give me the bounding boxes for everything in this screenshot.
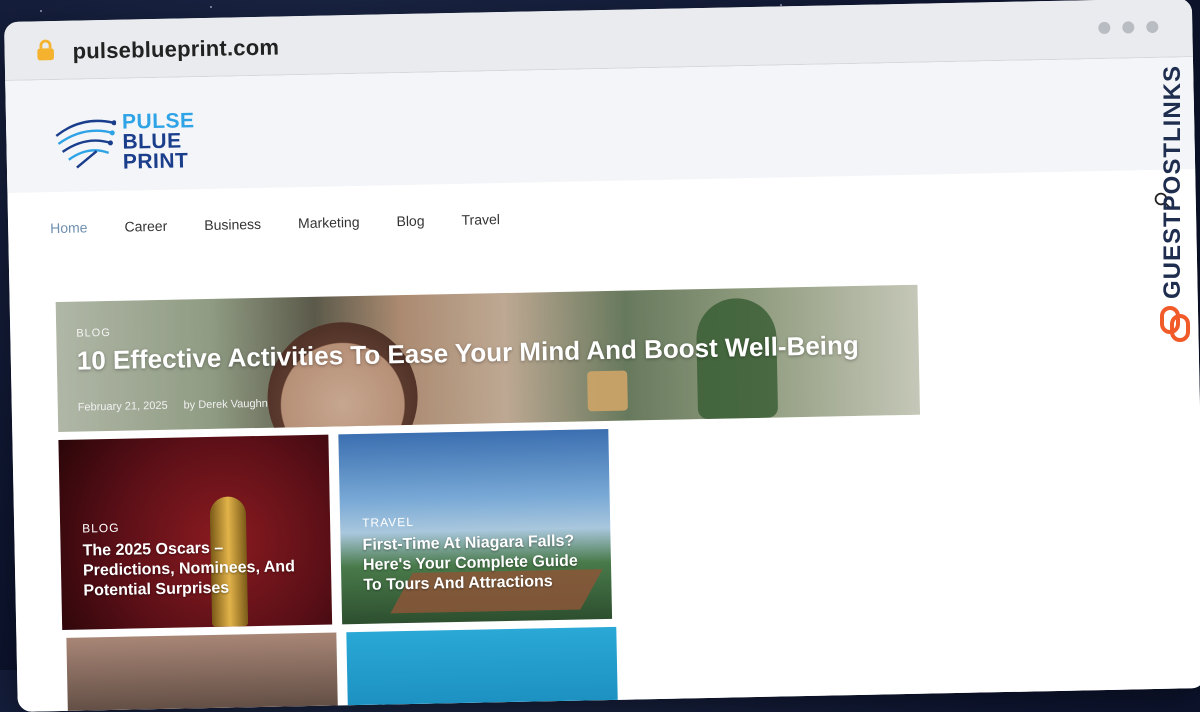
- browser-window: pulseblueprint.com PULSE BLUE PRINT Home…: [4, 0, 1200, 712]
- nav-item-travel[interactable]: Travel: [461, 211, 500, 228]
- window-controls: [1098, 20, 1159, 35]
- window-dot[interactable]: [1146, 20, 1159, 34]
- hero-author[interactable]: by Derek Vaughn: [184, 398, 268, 412]
- guestpostlinks-badge: GUESTPOSTLINKS: [1158, 58, 1192, 358]
- url-text[interactable]: pulseblueprint.com: [72, 34, 279, 64]
- hero-date: February 21, 2025: [77, 399, 168, 414]
- logo-line-3: PRINT: [122, 149, 189, 174]
- site-header: PULSE BLUE PRINT: [5, 57, 1196, 193]
- star: [210, 6, 212, 8]
- nav-item-marketing[interactable]: Marketing: [298, 214, 360, 231]
- logo-mark-icon: [55, 119, 117, 169]
- nav-item-career[interactable]: Career: [124, 218, 167, 235]
- card-category[interactable]: TRAVEL: [362, 515, 414, 530]
- nav-item-home[interactable]: Home: [50, 219, 88, 236]
- main-nav: Home Career Business Marketing Blog Trav…: [50, 210, 537, 236]
- post-card[interactable]: TRAVEL First-Time At Niagara Falls? Here…: [338, 428, 613, 625]
- website: PULSE BLUE PRINT Home Career Business Ma…: [5, 57, 1200, 712]
- post-card-image[interactable]: [346, 626, 618, 712]
- nav-item-blog[interactable]: Blog: [396, 213, 424, 230]
- guestpostlinks-text: GUESTPOSTLINKS: [1159, 64, 1186, 300]
- nav-item-business[interactable]: Business: [204, 216, 261, 233]
- post-card-image[interactable]: [66, 632, 338, 712]
- site-logo[interactable]: PULSE BLUE PRINT: [52, 109, 196, 174]
- star: [40, 10, 42, 12]
- card-title[interactable]: The 2025 Oscars – Predictions, Nominees,…: [82, 537, 315, 602]
- window-dot[interactable]: [1122, 21, 1135, 34]
- post-card[interactable]: BLOG The 2025 Oscars – Predictions, Nomi…: [58, 434, 333, 630]
- card-category[interactable]: BLOG: [82, 521, 120, 536]
- lock-icon: [37, 39, 54, 61]
- logo-wordmark: PULSE BLUE PRINT: [122, 109, 196, 174]
- window-dot[interactable]: [1098, 21, 1111, 35]
- hero-post[interactable]: BLOG 10 Effective Activities To Ease You…: [55, 284, 921, 432]
- card-title[interactable]: First-Time At Niagara Falls? Here's Your…: [362, 531, 595, 596]
- hero-category[interactable]: BLOG: [76, 327, 111, 340]
